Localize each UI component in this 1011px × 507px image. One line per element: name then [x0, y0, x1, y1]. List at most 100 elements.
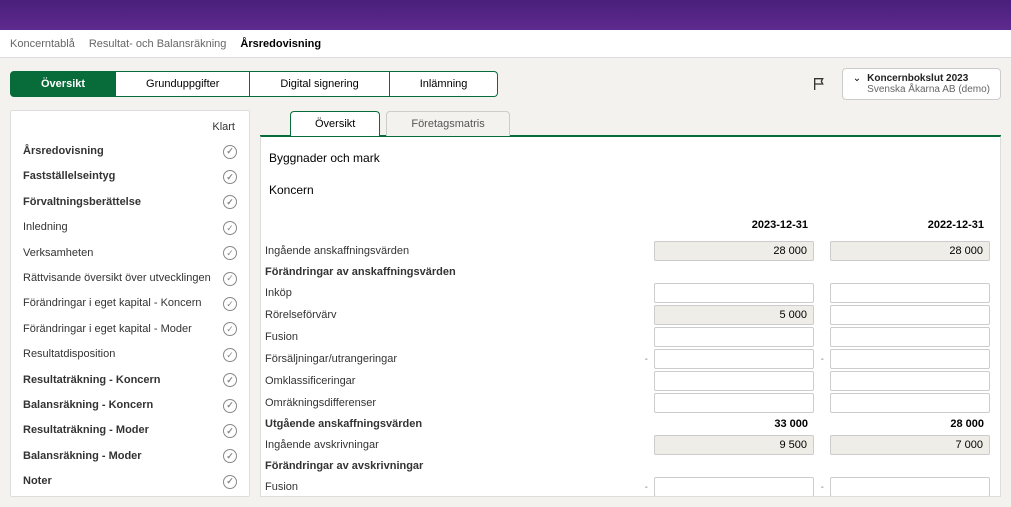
flag-icon[interactable] [812, 76, 828, 92]
sidebar-item-5[interactable]: Rättvisande översikt över utvecklingen ✓ [11, 266, 249, 291]
row-label: Ingående avskrivningar [265, 436, 638, 454]
neg-sign: - [642, 482, 650, 493]
inner-tab-1[interactable]: Företagsmatris [386, 111, 509, 136]
sidebar-item-label: Förvaltningsberättelse [23, 195, 141, 210]
sidebar-item-label: Förändringar i eget kapital - Koncern [23, 296, 202, 311]
col-header-1: 2022-12-31 [830, 217, 990, 239]
top-tab-1[interactable]: Resultat- och Balansräkning [89, 32, 227, 56]
neg-sign: - [818, 354, 826, 365]
value-cell[interactable] [830, 327, 990, 347]
check-circle-icon: ✓ [223, 195, 237, 209]
sidebar-item-label: Resultaträkning - Koncern [23, 373, 161, 388]
row-label: Inköp [265, 284, 638, 302]
sidebar-item-label: Resultatdisposition [23, 347, 115, 362]
value-cell [654, 305, 814, 325]
sidebar-item-label: Förändringar i eget kapital - Moder [23, 322, 192, 337]
check-circle-icon: ✓ [223, 373, 237, 387]
sum-cell: 28 000 [830, 416, 990, 432]
sidebar-item-14[interactable]: Ändra ordning på noterna [11, 494, 249, 497]
row-label: Utgående anskaffningsvärden [265, 415, 638, 433]
check-circle-icon: ✓ [223, 221, 237, 235]
value-cell[interactable] [654, 393, 814, 413]
sidebar-item-10[interactable]: Balansräkning - Koncern✓ [11, 393, 249, 418]
account-subtitle: Svenska Åkarna AB (demo) [867, 84, 990, 95]
pill-tabs: ÖversiktGrunduppgifterDigital signeringI… [10, 71, 498, 97]
check-circle-icon: ✓ [223, 145, 237, 159]
check-circle-icon: ✓ [223, 322, 237, 336]
check-circle-icon: ✓ [223, 246, 237, 260]
account-selector[interactable]: ⌄ Koncernbokslut 2023 Svenska Åkarna AB … [842, 68, 1001, 100]
main-panel: ÖversiktFöretagsmatris Byggnader och mar… [260, 110, 1001, 497]
sidebar-item-7[interactable]: Förändringar i eget kapital - Moder ✓ [11, 317, 249, 342]
panel-title: Byggnader och mark [265, 147, 990, 179]
sidebar-item-label: Rättvisande översikt över utvecklingen [23, 271, 211, 286]
value-cell[interactable] [830, 283, 990, 303]
sidebar-item-label: Noter [23, 474, 52, 489]
check-circle-icon: ✓ [223, 424, 237, 438]
sidebar-item-label: Verksamheten [23, 246, 93, 261]
sidebar-item-2[interactable]: Förvaltningsberättelse ✓ [11, 190, 249, 215]
sidebar-item-label: Inledning [23, 220, 68, 235]
row-label: Fusion [265, 328, 638, 346]
row-label: Omklassificeringar [265, 372, 638, 390]
top-tabs: Koncerntablå Resultat- och Balansräkning Å… [0, 30, 1011, 58]
sidebar-item-3[interactable]: Inledning ✓ [11, 215, 249, 240]
col-header-0: 2023-12-31 [654, 217, 814, 239]
sidebar-item-13[interactable]: Noter ✓ [11, 469, 249, 494]
content-panel: Byggnader och mark Koncern 2023-12-31202… [260, 136, 1001, 497]
check-circle-icon: ✓ [223, 272, 237, 286]
value-cell[interactable] [654, 477, 814, 497]
value-cell[interactable] [830, 349, 990, 369]
pill-0[interactable]: Översikt [10, 71, 116, 97]
value-cell[interactable] [654, 371, 814, 391]
sum-cell: 33 000 [654, 416, 814, 432]
top-tab-0[interactable]: Koncerntablå [10, 32, 75, 56]
check-circle-icon: ✓ [223, 348, 237, 362]
value-cell [830, 241, 990, 261]
value-cell [654, 241, 814, 261]
panel-subtitle: Koncern [265, 179, 990, 217]
pill-3[interactable]: Inlämning [390, 71, 499, 97]
sidebar-item-9[interactable]: Resultaträkning - Koncern ✓ [11, 368, 249, 393]
data-grid: 2023-12-31 2022-12-31 Ingående anskaffning… [265, 217, 990, 497]
sub-toolbar: ÖversiktGrunduppgifterDigital signeringI… [0, 58, 1011, 110]
top-tab-2[interactable]: Årsredovisning [240, 32, 321, 56]
sidebar-item-8[interactable]: Resultatdisposition ✓ [11, 342, 249, 367]
sidebar-item-11[interactable]: Resultaträkning - Moder✓ [11, 418, 249, 443]
value-cell[interactable] [654, 327, 814, 347]
pill-2[interactable]: Digital signering [250, 71, 389, 97]
row-label: Omräkningsdifferenser [265, 394, 638, 412]
account-title: Koncernbokslut 2023 [867, 73, 990, 84]
neg-sign: - [818, 482, 826, 493]
value-cell[interactable] [830, 393, 990, 413]
sidebar-item-label: Fastställelseintyg [23, 169, 115, 184]
neg-sign: - [642, 354, 650, 365]
value-cell [830, 435, 990, 455]
row-label: Rörelseförvärv [265, 306, 638, 324]
sidebar-item-1[interactable]: Fastställelseintyg ✓ [11, 164, 249, 189]
check-circle-icon: ✓ [223, 170, 237, 184]
check-circle-icon: ✓ [223, 297, 237, 311]
row-label: Ingående anskaffningsvärden [265, 242, 638, 260]
sidebar-item-6[interactable]: Förändringar i eget kapital - Koncern ✓ [11, 291, 249, 316]
chevron-down-icon: ⌄ [853, 74, 861, 84]
sidebar-item-0[interactable]: Årsredovisning✓ [11, 139, 249, 164]
sidebar-item-12[interactable]: Balansräkning - Moder✓ [11, 444, 249, 469]
inner-tab-0[interactable]: Översikt [290, 111, 380, 136]
check-circle-icon: ✓ [223, 399, 237, 413]
sidebar: Klart Årsredovisning✓ Fastställelseintyg ✓… [10, 110, 250, 497]
value-cell[interactable] [830, 371, 990, 391]
row-label: Fusion [265, 478, 638, 496]
check-circle-icon: ✓ [223, 475, 237, 489]
sidebar-item-label: Balansräkning - Moder [23, 449, 142, 464]
row-label: Förändringar av anskaffningsvärden [265, 263, 638, 281]
row-label: Förändringar av avskrivningar [265, 457, 638, 475]
value-cell[interactable] [830, 305, 990, 325]
sidebar-item-4[interactable]: Verksamheten ✓ [11, 241, 249, 266]
value-cell[interactable] [830, 477, 990, 497]
value-cell[interactable] [654, 283, 814, 303]
sidebar-header: Klart [11, 111, 249, 139]
pill-1[interactable]: Grunduppgifter [116, 71, 250, 97]
value-cell[interactable] [654, 349, 814, 369]
value-cell [654, 435, 814, 455]
